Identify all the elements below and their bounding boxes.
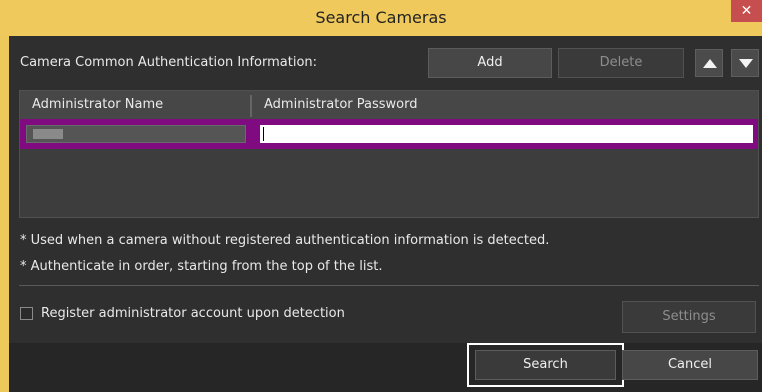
title-bar[interactable]: Search Cameras ✕ [0, 0, 762, 36]
table-header: Administrator Name Administrator Passwor… [20, 91, 758, 119]
redacted-text [33, 129, 63, 139]
text-caret [263, 127, 264, 141]
register-admin-label[interactable]: Register administrator account upon dete… [41, 306, 345, 321]
register-admin-checkbox[interactable] [20, 307, 33, 320]
section-divider [19, 285, 759, 286]
move-up-button[interactable] [695, 49, 723, 77]
search-button[interactable]: Search [475, 350, 616, 380]
note-line-1: * Used when a camera without registered … [20, 233, 550, 248]
column-header-admin-name[interactable]: Administrator Name [20, 91, 250, 119]
close-icon: ✕ [740, 3, 753, 19]
move-down-button[interactable] [731, 49, 759, 77]
dialog-body: Camera Common Authentication Information… [9, 36, 762, 392]
note-line-2: * Authenticate in order, starting from t… [20, 259, 383, 274]
auth-table: Administrator Name Administrator Passwor… [19, 90, 759, 218]
column-header-admin-password[interactable]: Administrator Password [252, 91, 752, 119]
auth-section-label: Camera Common Authentication Information… [20, 55, 318, 70]
admin-name-field[interactable] [26, 125, 246, 143]
table-row[interactable] [20, 119, 758, 149]
delete-button[interactable]: Delete [558, 48, 684, 78]
search-cameras-dialog: Search Cameras ✕ Camera Common Authentic… [0, 0, 762, 392]
arrow-down-icon [739, 59, 753, 68]
settings-button[interactable]: Settings [622, 301, 756, 333]
dialog-title: Search Cameras [315, 8, 447, 27]
add-button[interactable]: Add [428, 48, 552, 78]
arrow-up-icon [703, 59, 717, 68]
admin-password-field[interactable] [260, 125, 753, 143]
close-button[interactable]: ✕ [731, 0, 762, 22]
cancel-button[interactable]: Cancel [622, 350, 758, 380]
